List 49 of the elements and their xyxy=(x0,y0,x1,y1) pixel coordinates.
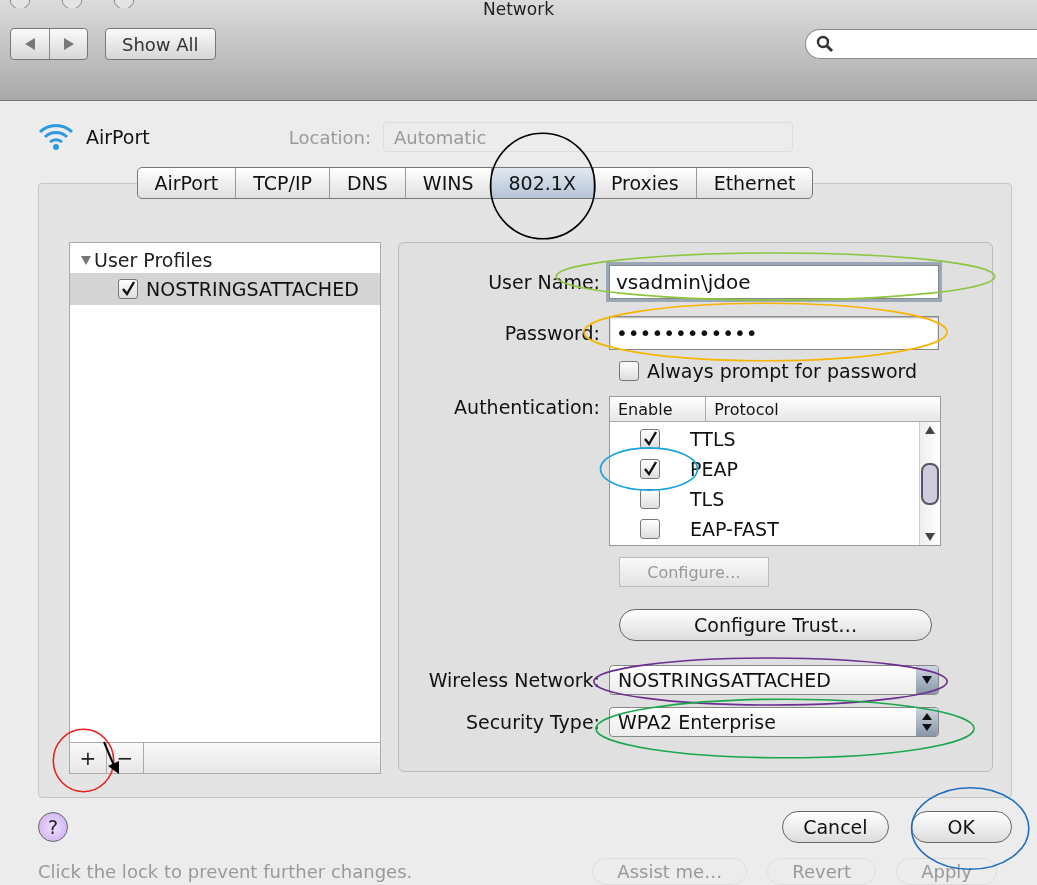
window-title: Network xyxy=(482,0,555,19)
checkbox[interactable] xyxy=(118,279,138,299)
checkbox[interactable] xyxy=(640,459,660,479)
tab[interactable]: 802.1X xyxy=(491,168,593,198)
stepper-arrows-icon xyxy=(922,713,932,731)
group-label: User Profiles xyxy=(94,249,213,271)
lock-message: Click the lock to prevent further changes. xyxy=(38,861,413,882)
profile-name: NOSTRINGSATTACHED xyxy=(146,278,359,300)
protocol-name: TLS xyxy=(690,488,725,510)
checkbox[interactable] xyxy=(640,489,660,509)
help-button[interactable]: ? xyxy=(38,812,68,842)
field-label: Security Type: xyxy=(464,711,601,733)
tab[interactable]: DNS xyxy=(329,168,405,198)
location-label: Location: xyxy=(288,126,371,148)
security-type-dropdown[interactable]: WPA2 Enterprise xyxy=(609,707,939,737)
field-label: Authentication: xyxy=(453,396,601,418)
show-all-button[interactable]: Show All xyxy=(105,28,216,60)
disclosure-down-icon[interactable] xyxy=(80,254,92,266)
search-icon xyxy=(816,35,834,53)
protocol-name: TTLS xyxy=(690,428,736,450)
column-header[interactable]: Enable xyxy=(610,397,706,421)
left-triangle-icon xyxy=(24,37,36,51)
down-arrow-icon[interactable] xyxy=(925,533,935,541)
checkbox[interactable] xyxy=(619,361,639,381)
checkbox[interactable] xyxy=(640,519,660,539)
checkbox[interactable] xyxy=(640,429,660,449)
input-field[interactable]: vsadmin\jdoe xyxy=(609,265,939,299)
profile-row[interactable]: NOSTRINGSATTACHED xyxy=(70,273,380,305)
tab[interactable]: AirPort xyxy=(137,168,236,198)
configure-trust-button[interactable]: Configure Trust… xyxy=(619,609,933,641)
service-name: AirPort xyxy=(86,126,150,148)
network-dropdown[interactable]: NOSTRINGSATTACHED xyxy=(609,665,939,695)
add-button[interactable]: + xyxy=(70,743,107,773)
scrollbar[interactable] xyxy=(919,422,940,545)
dropdown-arrow-icon xyxy=(922,676,932,684)
tab[interactable]: Ethernet xyxy=(696,168,813,198)
tab[interactable]: TCP/IP xyxy=(236,168,329,198)
protocol-name: EAP-FAST xyxy=(690,518,779,540)
wifi-icon xyxy=(38,122,74,152)
right-triangle-icon xyxy=(62,37,75,51)
tab[interactable]: WINS xyxy=(405,168,491,198)
column-header[interactable]: Protocol xyxy=(705,397,940,421)
tab[interactable]: Proxies xyxy=(593,168,696,198)
ok-button[interactable]: OK xyxy=(910,811,1012,843)
search-field[interactable] xyxy=(805,29,1037,59)
checkbox-label: Always prompt for password xyxy=(647,360,918,382)
password-field[interactable]: •••••••••••• xyxy=(609,316,939,350)
cancel-button[interactable]: Cancel xyxy=(782,811,889,843)
up-arrow-icon[interactable] xyxy=(925,426,935,434)
